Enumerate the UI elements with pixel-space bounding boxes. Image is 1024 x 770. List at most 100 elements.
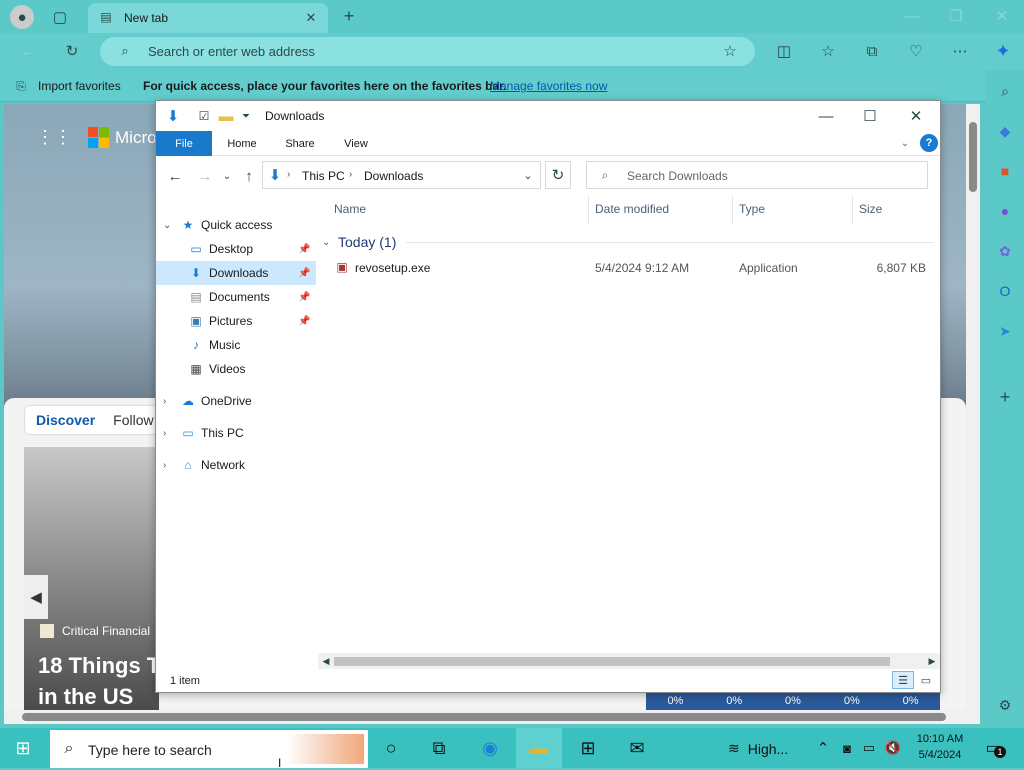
sidebar-settings-icon[interactable]: ⚙ <box>994 694 1016 716</box>
nav-downloads[interactable]: ⬇ Downloads 📌 <box>156 261 316 285</box>
quick-access-toolbar-chevron-icon[interactable]: ⏷ <box>240 107 252 125</box>
nav-music[interactable]: ♪ Music <box>156 333 316 357</box>
sidebar-m365-icon[interactable]: ✿ <box>994 240 1016 262</box>
tab-share[interactable]: Share <box>276 131 324 156</box>
carousel-prev-icon[interactable]: ◀ <box>24 575 48 619</box>
group-collapse-icon[interactable]: ⌄ <box>322 237 338 248</box>
weather-widget[interactable]: ≋ High... <box>728 740 788 757</box>
mail-icon[interactable]: ✉ <box>614 728 660 768</box>
tab-close-icon[interactable]: ✕ <box>302 9 320 27</box>
page-scroll-thumb[interactable] <box>969 122 977 192</box>
refresh-icon[interactable]: ↻ <box>545 161 571 189</box>
favorite-star-icon[interactable]: ☆ <box>720 41 740 61</box>
split-screen-icon[interactable]: ◫ <box>772 39 796 63</box>
help-icon[interactable]: ? <box>920 134 938 152</box>
notifications-icon[interactable]: ▭ 1 <box>980 736 1006 760</box>
folder-icon[interactable]: ▬ <box>218 107 234 125</box>
refresh-icon[interactable]: ↻ <box>60 39 84 63</box>
column-divider[interactable] <box>852 196 853 224</box>
column-divider[interactable] <box>732 196 733 224</box>
page-vertical-scrollbar[interactable] <box>966 104 980 710</box>
collapsed-chevron-icon[interactable]: › <box>163 428 166 439</box>
path-downloads[interactable]: Downloads <box>364 169 423 183</box>
sidebar-search-icon[interactable]: ⌕ <box>994 80 1016 102</box>
app-launcher-icon[interactable]: ⋮⋮ <box>36 127 72 148</box>
collections-icon[interactable]: ⧉ <box>860 39 884 63</box>
show-hidden-icons-icon[interactable]: ⌃ <box>814 738 832 758</box>
nav-documents[interactable]: ▤ Documents 📌 <box>156 285 316 309</box>
forward-icon[interactable]: → <box>194 166 216 186</box>
nav-this-pc[interactable]: › ▭ This PC <box>156 421 316 445</box>
tab-following[interactable]: Follow <box>113 412 153 428</box>
path-dropdown-icon[interactable]: ⌄ <box>519 167 537 183</box>
tab-file[interactable]: File <box>156 131 212 156</box>
favorites-icon[interactable]: ☆ <box>816 39 840 63</box>
profile-avatar[interactable]: ● <box>10 5 34 29</box>
nav-desktop[interactable]: ▭ Desktop 📌 <box>156 237 316 261</box>
maximize-icon[interactable]: ☐ <box>854 105 886 127</box>
edge-icon[interactable]: ◉ <box>467 728 513 768</box>
minimize-icon[interactable]: — <box>900 5 924 27</box>
clock[interactable]: 10:10 AM 5/4/2024 <box>910 731 970 763</box>
large-icons-view-icon[interactable]: ▭ <box>916 671 936 689</box>
explorer-titlebar[interactable]: ⬇ ☑ ▬ ⏷ Downloads — ☐ ✕ <box>156 101 940 131</box>
nav-pictures[interactable]: ▣ Pictures 📌 <box>156 309 316 333</box>
browser-essentials-icon[interactable]: ♡ <box>904 39 928 63</box>
up-icon[interactable]: ↑ <box>238 166 260 186</box>
close-browser-icon[interactable]: ✕ <box>990 5 1014 27</box>
task-view-icon[interactable]: ⧉ <box>416 728 462 768</box>
sidebar-shopping-icon[interactable]: ◆ <box>994 120 1016 142</box>
sidebar-tools-icon[interactable]: ■ <box>994 160 1016 182</box>
new-tab-icon[interactable]: + <box>338 5 360 27</box>
tab-new-tab[interactable]: ▤ New tab ✕ <box>88 3 328 33</box>
cortana-icon[interactable]: ○ <box>368 728 414 768</box>
taskbar-search[interactable]: ⌕ Type here to search <box>50 730 368 768</box>
tab-discover[interactable]: Discover <box>36 412 95 428</box>
page-hscroll-thumb[interactable] <box>22 713 946 721</box>
sidebar-outlook-icon[interactable]: O <box>994 280 1016 302</box>
hscroll-thumb[interactable] <box>334 657 890 666</box>
properties-icon[interactable]: ☑ <box>196 107 212 125</box>
sidebar-people-icon[interactable]: ● <box>994 200 1016 222</box>
address-bar[interactable]: ⌕ Search or enter web address ☆ <box>100 37 755 66</box>
column-divider[interactable] <box>588 196 589 224</box>
column-size[interactable]: Size <box>859 202 882 216</box>
nav-onedrive[interactable]: › ☁ OneDrive <box>156 389 316 413</box>
more-icon[interactable]: ⋯ <box>948 39 972 63</box>
expanded-chevron-icon[interactable]: ⌄ <box>163 220 171 231</box>
copilot-icon[interactable]: ✦ <box>990 38 1016 64</box>
collapsed-chevron-icon[interactable]: › <box>163 460 166 471</box>
search-downloads-input[interactable]: ⌕ Search Downloads <box>586 161 928 189</box>
path-this-pc[interactable]: This PC <box>302 169 345 183</box>
address-path[interactable]: ⬇ › This PC › Downloads ⌄ <box>262 161 541 189</box>
manage-favorites-link[interactable]: Manage favorites now <box>490 79 607 93</box>
file-row[interactable]: ▣ revosetup.exe 5/4/2024 9:12 AM Applica… <box>332 257 932 279</box>
back-icon[interactable]: ← <box>164 166 186 186</box>
file-explorer-icon[interactable]: ▬ <box>516 728 562 768</box>
import-favorites-button[interactable]: Import favorites <box>38 79 121 93</box>
column-name[interactable]: Name <box>334 202 366 216</box>
expand-ribbon-icon[interactable]: ⌄ <box>898 135 912 151</box>
nav-quick-access[interactable]: ⌄ ★ Quick access <box>156 213 316 237</box>
tab-view[interactable]: View <box>332 131 380 156</box>
tab-home[interactable]: Home <box>218 131 266 156</box>
nav-videos[interactable]: ▦ Videos <box>156 357 316 381</box>
collapsed-chevron-icon[interactable]: › <box>163 396 166 407</box>
recent-locations-icon[interactable]: ⌄ <box>220 166 234 186</box>
close-icon[interactable]: ✕ <box>900 105 932 127</box>
tab-actions-icon[interactable]: ▢ <box>48 5 72 29</box>
minimize-icon[interactable]: — <box>810 105 842 127</box>
network-icon[interactable]: ▭ <box>860 738 878 758</box>
restore-icon[interactable]: ❐ <box>944 5 968 27</box>
column-date-modified[interactable]: Date modified <box>595 202 669 216</box>
sidebar-send-icon[interactable]: ➤ <box>994 320 1016 342</box>
back-icon[interactable]: ← <box>16 39 40 63</box>
camera-icon[interactable]: ◙ <box>838 738 856 758</box>
start-windows-icon[interactable]: ⊞ <box>0 728 46 768</box>
group-header-today[interactable]: ⌄ Today (1) <box>322 232 934 252</box>
store-icon[interactable]: ⊞ <box>565 728 611 768</box>
sidebar-add-icon[interactable]: + <box>994 386 1016 408</box>
details-view-icon[interactable]: ☰ <box>892 671 914 689</box>
column-type[interactable]: Type <box>739 202 765 216</box>
nav-network[interactable]: › ⌂ Network <box>156 453 316 477</box>
